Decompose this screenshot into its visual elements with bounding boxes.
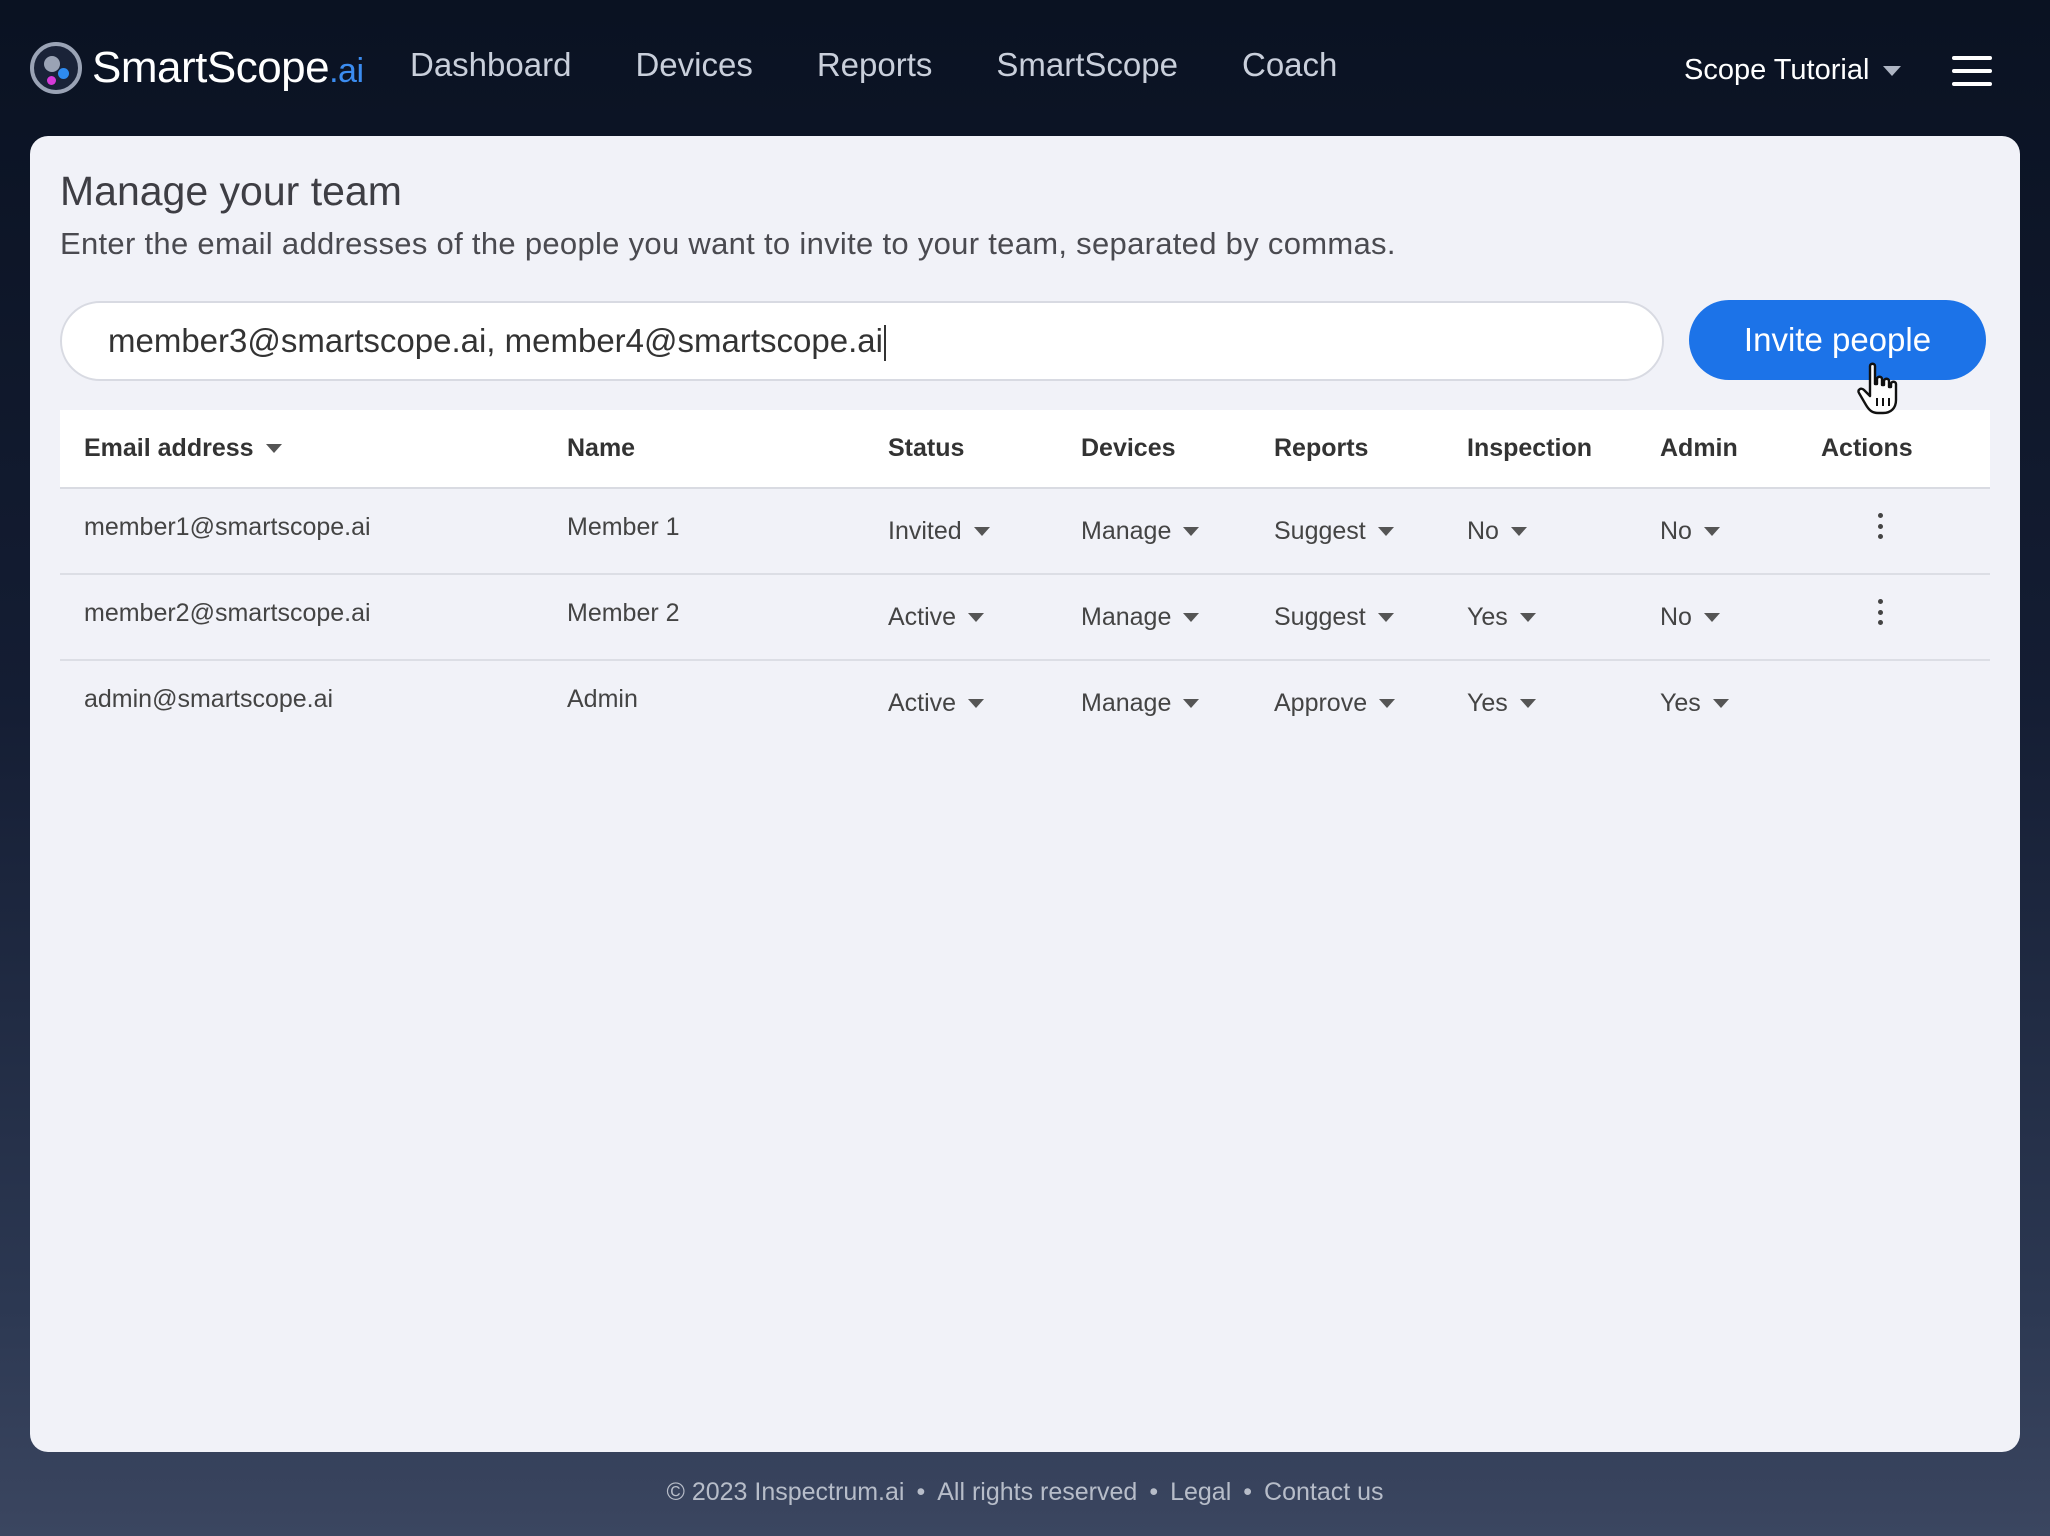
inspection-select[interactable]: Yes bbox=[1467, 689, 1536, 718]
logo-icon bbox=[30, 42, 82, 94]
chevron-down-icon bbox=[1183, 613, 1200, 622]
chevron-down-icon bbox=[1377, 613, 1394, 622]
cell-email: admin@smartscope.ai bbox=[84, 685, 334, 713]
top-nav: SmartScope.ai Dashboard Devices Reports … bbox=[0, 0, 2050, 136]
column-header-admin: Admin bbox=[1660, 434, 1738, 462]
logo-text: SmartScope.ai bbox=[92, 43, 364, 92]
column-header-devices: Devices bbox=[1081, 434, 1176, 462]
inspection-select[interactable]: No bbox=[1467, 517, 1527, 546]
reports-select[interactable]: Suggest bbox=[1274, 603, 1394, 632]
status-select[interactable]: Invited bbox=[888, 517, 990, 546]
nav-link-smartscope[interactable]: SmartScope bbox=[996, 46, 1178, 84]
devices-select[interactable]: Manage bbox=[1081, 517, 1200, 546]
nav-links: Dashboard Devices Reports SmartScope Coa… bbox=[410, 46, 1401, 84]
chevron-down-icon bbox=[973, 527, 990, 536]
nav-link-coach[interactable]: Coach bbox=[1242, 46, 1337, 84]
inspection-select[interactable]: Yes bbox=[1467, 603, 1536, 632]
chevron-down-icon bbox=[1883, 65, 1902, 76]
nav-link-dashboard[interactable]: Dashboard bbox=[410, 46, 571, 84]
account-dropdown[interactable]: Scope Tutorial bbox=[1684, 54, 1902, 87]
chevron-down-icon bbox=[1379, 699, 1396, 708]
row-actions-kebab-icon[interactable] bbox=[1875, 599, 1885, 625]
chevron-down-icon bbox=[1519, 699, 1536, 708]
row-actions-kebab-icon[interactable] bbox=[1875, 513, 1885, 539]
column-header-name: Name bbox=[567, 434, 636, 462]
chevron-down-icon bbox=[968, 699, 985, 708]
nav-link-reports[interactable]: Reports bbox=[817, 46, 933, 84]
team-table: Email address Name Status Devices Report… bbox=[60, 410, 1990, 747]
table-row: member2@smartscope.ai Member 2 Active Ma… bbox=[60, 575, 1990, 661]
cell-name: Admin bbox=[567, 685, 638, 713]
hand-pointer-cursor-icon bbox=[1857, 362, 1898, 415]
status-select[interactable]: Active bbox=[888, 689, 985, 718]
page-title: Manage your team bbox=[60, 168, 402, 214]
account-label: Scope Tutorial bbox=[1684, 54, 1870, 86]
column-header-actions: Actions bbox=[1821, 434, 1913, 462]
chevron-down-icon bbox=[1703, 613, 1720, 622]
table-row: admin@smartscope.ai Admin Active Manage … bbox=[60, 661, 1990, 747]
column-header-reports: Reports bbox=[1274, 434, 1369, 462]
admin-select[interactable]: Yes bbox=[1660, 689, 1729, 718]
status-select[interactable]: Active bbox=[888, 603, 985, 632]
chevron-down-icon bbox=[1703, 527, 1720, 536]
footer: © 2023 Inspectrum.ai • All rights reserved… bbox=[666, 1478, 1384, 1506]
team-card: Manage your team Enter the email address… bbox=[30, 136, 2020, 1452]
reports-select[interactable]: Suggest bbox=[1274, 517, 1394, 546]
cell-email: member2@smartscope.ai bbox=[84, 599, 371, 627]
table-header: Email address Name Status Devices Report… bbox=[60, 410, 1990, 489]
page-subtitle: Enter the email addresses of the people … bbox=[60, 226, 1396, 261]
chevron-down-icon bbox=[968, 613, 985, 622]
hamburger-menu-icon[interactable] bbox=[1952, 56, 1992, 86]
admin-select[interactable]: No bbox=[1660, 603, 1720, 632]
chevron-down-icon bbox=[1183, 699, 1200, 708]
column-header-inspection: Inspection bbox=[1467, 434, 1593, 462]
cell-name: Member 2 bbox=[567, 599, 680, 627]
invite-email-input[interactable]: member3@smartscope.ai, member4@smartscop… bbox=[60, 301, 1664, 381]
column-header-status: Status bbox=[888, 434, 965, 462]
cell-name: Member 1 bbox=[567, 513, 680, 541]
column-header-email[interactable]: Email address bbox=[84, 434, 282, 463]
chevron-down-icon bbox=[1377, 527, 1394, 536]
footer-rights: All rights reserved bbox=[937, 1478, 1138, 1506]
text-cursor bbox=[883, 325, 886, 362]
footer-legal-link[interactable]: Legal bbox=[1170, 1478, 1231, 1506]
admin-select[interactable]: No bbox=[1660, 517, 1720, 546]
sort-down-icon bbox=[265, 444, 282, 453]
chevron-down-icon bbox=[1519, 613, 1536, 622]
table-row: member1@smartscope.ai Member 1 Invited M… bbox=[60, 489, 1990, 575]
reports-select[interactable]: Approve bbox=[1274, 689, 1396, 718]
chevron-down-icon bbox=[1712, 699, 1729, 708]
devices-select[interactable]: Manage bbox=[1081, 603, 1200, 632]
devices-select[interactable]: Manage bbox=[1081, 689, 1200, 718]
nav-link-devices[interactable]: Devices bbox=[635, 46, 752, 84]
cell-email: member1@smartscope.ai bbox=[84, 513, 371, 541]
footer-copyright: © 2023 Inspectrum.ai bbox=[666, 1478, 905, 1506]
smartscope-logo[interactable]: SmartScope.ai bbox=[30, 40, 364, 96]
invite-people-button[interactable]: Invite people bbox=[1689, 300, 1986, 380]
footer-contact-link[interactable]: Contact us bbox=[1264, 1478, 1384, 1506]
chevron-down-icon bbox=[1183, 527, 1200, 536]
chevron-down-icon bbox=[1510, 527, 1527, 536]
